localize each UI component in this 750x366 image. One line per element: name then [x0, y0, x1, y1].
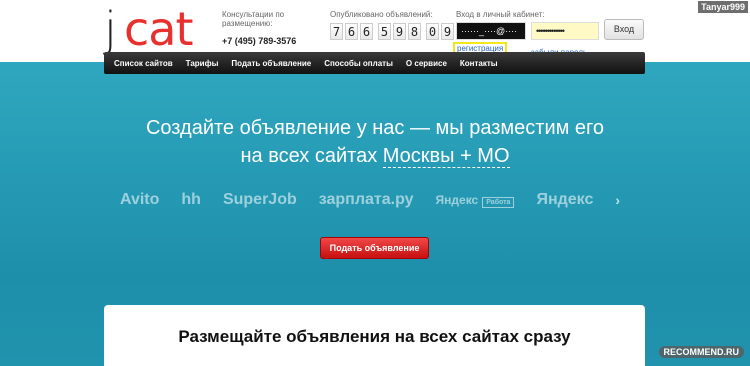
nav-item-contacts[interactable]: Контакты	[460, 59, 498, 68]
logo-cat: cat	[124, 2, 194, 56]
login-button[interactable]: Вход	[604, 19, 644, 40]
logo-j: j	[104, 2, 117, 56]
headline-prefix: на всех сайтах	[240, 145, 383, 167]
counter-digit: 9	[393, 23, 406, 40]
login-label: Вход в личный кабинет:	[456, 10, 545, 19]
yandex-text: Яндекс	[435, 193, 479, 207]
hero-headline: Создайте объявление у нас — мы разместим…	[0, 114, 750, 170]
partner-logos: Avito hh SuperJob зарплата.ру Яндекс Рабо…	[120, 188, 640, 212]
username-input[interactable]: ······_····@····	[456, 22, 526, 40]
counter-digit: 6	[345, 23, 358, 40]
counter-digit: 6	[360, 23, 373, 40]
features-card: Размещайте объявления на всех сайтах сра…	[104, 305, 645, 366]
nav-item-tariffs[interactable]: Тарифы	[186, 59, 219, 68]
counter-digits: 7 6 6 5 9 8 0 9 4	[330, 23, 469, 40]
watermark-badge: RECOMMEND.RU	[658, 346, 744, 358]
nav-item-post-ad[interactable]: Подать объявление	[231, 59, 311, 68]
main-nav: Список сайтов Тарифы Подать объявление С…	[104, 52, 645, 74]
rabota-badge: Работа	[482, 197, 515, 208]
yandex-logo: Яндекс	[536, 191, 594, 208]
phone-number: +7 (495) 789-3576	[222, 36, 297, 46]
superjob-logo: SuperJob	[222, 191, 297, 208]
consultation-block: Консультации по размещению: +7 (495) 789…	[222, 10, 332, 46]
counter-digit: 7	[330, 23, 343, 40]
nav-item-about[interactable]: О сервисе	[406, 59, 447, 68]
nav-item-sites[interactable]: Список сайтов	[114, 59, 173, 68]
nav-item-payment[interactable]: Способы оплаты	[324, 59, 393, 68]
hh-logo: hh	[181, 191, 201, 208]
counter-digit: 5	[378, 23, 391, 40]
consultation-label: Консультации по размещению:	[222, 10, 285, 28]
login-form: Вход в личный кабинет: ······_····@···· …	[452, 10, 644, 57]
zarplata-logo: зарплата.ру	[318, 191, 414, 208]
headline-line-1: Создайте объявление у нас — мы разместим…	[145, 117, 605, 139]
counter-digit: 8	[408, 23, 421, 40]
city-selector[interactable]: Москвы + МО	[382, 145, 510, 168]
counter-label: Опубликовано объявлений:	[330, 10, 433, 19]
chevron-right-icon[interactable]: ›	[615, 192, 620, 208]
headline-line-2: на всех сайтах Москвы + МО	[0, 142, 750, 170]
current-user-badge: Tanyar999	[698, 1, 748, 13]
jcat-logo[interactable]: j cat	[104, 2, 214, 56]
hero-section: Список сайтов Тарифы Подать объявление С…	[0, 52, 750, 366]
ads-counter: Опубликовано объявлений: 7 6 6 5 9 8 0 9…	[330, 10, 469, 40]
counter-digit: 0	[426, 23, 439, 40]
post-ad-button[interactable]: Подать объявление	[320, 237, 429, 259]
card-title: Размещайте объявления на всех сайтах сра…	[178, 327, 571, 346]
yandex-rabota-logo: Яндекс Работа	[435, 193, 515, 208]
avito-logo: Avito	[120, 191, 160, 208]
counter-digit: 9	[441, 23, 454, 40]
password-input[interactable]: •••••••••••••	[531, 22, 599, 40]
